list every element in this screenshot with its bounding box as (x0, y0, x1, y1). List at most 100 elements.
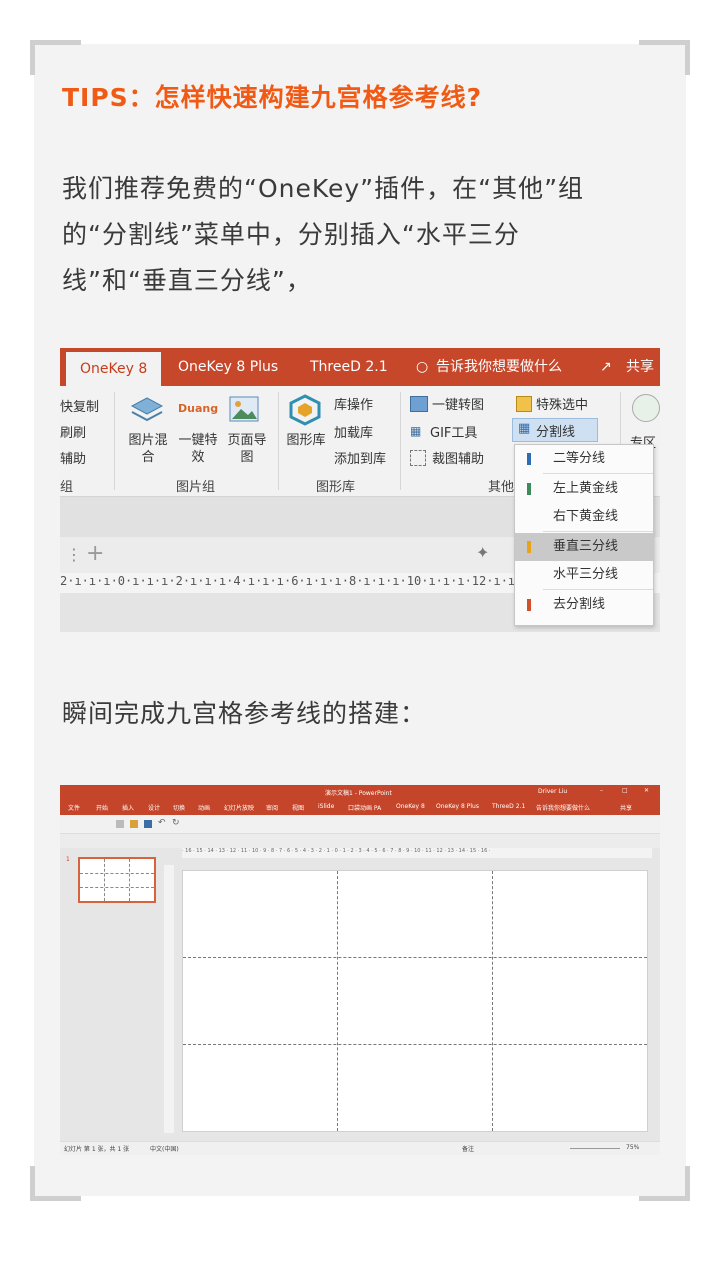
menu-item-horizontal-thirds[interactable]: 水平三分线 (515, 561, 653, 589)
divider-line-button[interactable]: 分割线 (536, 421, 575, 440)
notes-button[interactable]: 备注 (462, 1144, 474, 1153)
tab-onekey8-plus[interactable]: OneKey 8 Plus (178, 348, 278, 386)
menu-separator (543, 473, 653, 474)
undo-icon[interactable]: ↶ (158, 818, 166, 828)
crop-icon (410, 450, 426, 466)
tab-view[interactable]: 视图 (292, 803, 304, 812)
share-button[interactable]: 共享 (626, 348, 654, 386)
menu-item-bottom-right-golden[interactable]: 右下黄金线 (515, 503, 653, 531)
tab-home[interactable]: 开始 (96, 803, 108, 812)
tell-me-search[interactable]: 告诉我你想要做什么 (536, 803, 590, 812)
menu-item-top-left-golden[interactable]: 左上黄金线 (515, 475, 653, 503)
slide-number: 1 (66, 856, 70, 863)
tab-transitions[interactable]: 切换 (173, 803, 185, 812)
tab-animations[interactable]: 动画 (198, 803, 210, 812)
add-tab-icon[interactable]: + (86, 541, 104, 566)
remove-line-icon (527, 599, 531, 611)
one-key-convert-button[interactable]: 一键转图 (432, 394, 484, 413)
tab-onekey8-plus[interactable]: OneKey 8 Plus (436, 803, 479, 810)
tab-pocket-animation[interactable]: 口袋动画 PA (348, 803, 381, 812)
picture-mix-button[interactable]: 图片混合 (126, 432, 170, 466)
vertical-guide-line[interactable] (337, 871, 338, 1131)
save-icon[interactable] (144, 820, 152, 828)
corner-decoration (639, 40, 690, 75)
copy-button[interactable]: 快复制 (60, 396, 99, 415)
slide-count: 幻灯片 第 1 张，共 1 张 (64, 1146, 130, 1153)
horizontal-guide-line[interactable] (183, 957, 647, 958)
tab-islide[interactable]: iSlide (318, 803, 334, 810)
ppt-tab-bar: 文件 开始 插入 设计 切换 动画 幻灯片放映 审阅 视图 iSlide 口袋动… (60, 799, 660, 815)
language-status: 中文(中国) (150, 1146, 179, 1153)
corner-decoration (30, 40, 81, 75)
redo-icon[interactable]: ↻ (172, 818, 180, 828)
paragraph-line: 的“分割线”菜单中，分别插入“水平三分 (62, 220, 520, 249)
gif-icon: ▦ (410, 424, 422, 438)
pin-icon[interactable]: ✦ (476, 543, 489, 562)
image-icon (228, 394, 260, 424)
horizontal-guide-line[interactable] (183, 1044, 647, 1045)
one-key-effect-button[interactable]: 一键特效 (176, 432, 220, 466)
tab-insert[interactable]: 插入 (122, 803, 134, 812)
zoom-level[interactable]: 75% (626, 1144, 639, 1151)
tab-review[interactable]: 审阅 (266, 803, 278, 812)
corner-decoration (30, 1166, 81, 1201)
ribbon-tab-bar: OneKey 8 OneKey 8 Plus ThreeD 2.1 ○ 告诉我你… (60, 348, 660, 386)
convert-image-icon (410, 396, 428, 412)
load-library-button[interactable]: 加载库 (334, 422, 373, 441)
quick-access-toolbar: ↶ ↻ (60, 815, 660, 834)
special-select-icon (516, 396, 532, 412)
tab-slideshow[interactable]: 幻灯片放映 (224, 803, 254, 812)
paragraph-line: 线”和“垂直三分线”， (62, 266, 312, 295)
vertical-ruler (164, 865, 174, 1133)
assist-button[interactable]: 辅助 (60, 448, 86, 467)
hexagon-icon (288, 394, 322, 426)
lightbulb-icon: ○ (416, 359, 429, 375)
minimize-icon[interactable]: – (600, 787, 603, 794)
share-button[interactable]: 共享 (620, 803, 632, 812)
tab-onekey8[interactable]: OneKey 8 (396, 803, 425, 810)
bisect-icon (527, 453, 531, 465)
special-select-button[interactable]: 特殊选中 (536, 394, 588, 413)
brush-button[interactable]: 刷刷 (60, 422, 86, 441)
group-label: 组 (60, 480, 74, 495)
maximize-icon[interactable]: □ (622, 787, 628, 794)
graphics-library-button[interactable]: 图形库 (286, 432, 326, 449)
thumb-guide (80, 887, 154, 888)
slide-thumbnail[interactable] (78, 857, 156, 903)
menu-item-remove-lines[interactable]: 去分割线 (515, 591, 653, 619)
zoom-slider[interactable] (570, 1148, 620, 1149)
crop-assist-button[interactable]: 裁图辅助 (432, 448, 484, 467)
thumb-guide (129, 859, 130, 901)
tell-me-search[interactable]: 告诉我你想要做什么 (436, 348, 562, 386)
duang-icon: Duang (178, 402, 219, 415)
gif-tool-button[interactable]: GIF工具 (430, 422, 477, 441)
menu-item-vertical-thirds[interactable]: 垂直三分线 (515, 533, 653, 561)
page-guide-button[interactable]: 页面导图 (224, 432, 270, 466)
tab-threed[interactable]: ThreeD 2.1 (310, 348, 388, 386)
intro-paragraph: 我们推荐免费的“OneKey”插件，在“其他”组 的“分割线”菜单中，分别插入“… (62, 166, 662, 304)
ruler-marks: · 16 · 15 · 14 · 13 · 12 · 11 · 10 · 9 ·… (182, 848, 491, 854)
status-bar: 幻灯片 第 1 张，共 1 张 中文(中国) 备注 75% (60, 1141, 660, 1155)
open-icon[interactable] (130, 820, 138, 828)
close-icon[interactable]: ✕ (644, 787, 649, 794)
group-separator (278, 392, 279, 490)
tab-threed[interactable]: ThreeD 2.1 (492, 803, 525, 810)
divider-dropdown-menu: 二等分线 左上黄金线 右下黄金线 垂直三分线 水平三分线 去分割线 (514, 444, 654, 626)
add-to-library-button[interactable]: 添加到库 (334, 448, 386, 467)
slide-canvas[interactable] (182, 870, 648, 1132)
powerpoint-screenshot: 演示文稿1 - PowerPoint Driver Liu – □ ✕ 文件 开… (60, 785, 660, 1155)
tab-file[interactable]: 文件 (68, 803, 80, 812)
corner-decoration (639, 1166, 690, 1201)
tab-onekey8[interactable]: OneKey 8 (66, 352, 162, 386)
share-icon: ↗ (600, 359, 612, 375)
group-separator (400, 392, 401, 490)
article-title: TIPS：怎样快速构建九宫格参考线? (62, 83, 483, 112)
vertical-guide-line[interactable] (492, 871, 493, 1131)
result-paragraph: 瞬间完成九宫格参考线的搭建： (62, 699, 427, 728)
library-ops-button[interactable]: 库操作 (334, 394, 373, 413)
new-icon[interactable] (116, 820, 124, 828)
menu-item-bisect[interactable]: 二等分线 (515, 445, 653, 473)
tab-design[interactable]: 设计 (148, 803, 160, 812)
ribbon-screenshot: OneKey 8 OneKey 8 Plus ThreeD 2.1 ○ 告诉我你… (60, 348, 660, 632)
grid-icon: ▦ (518, 421, 531, 436)
